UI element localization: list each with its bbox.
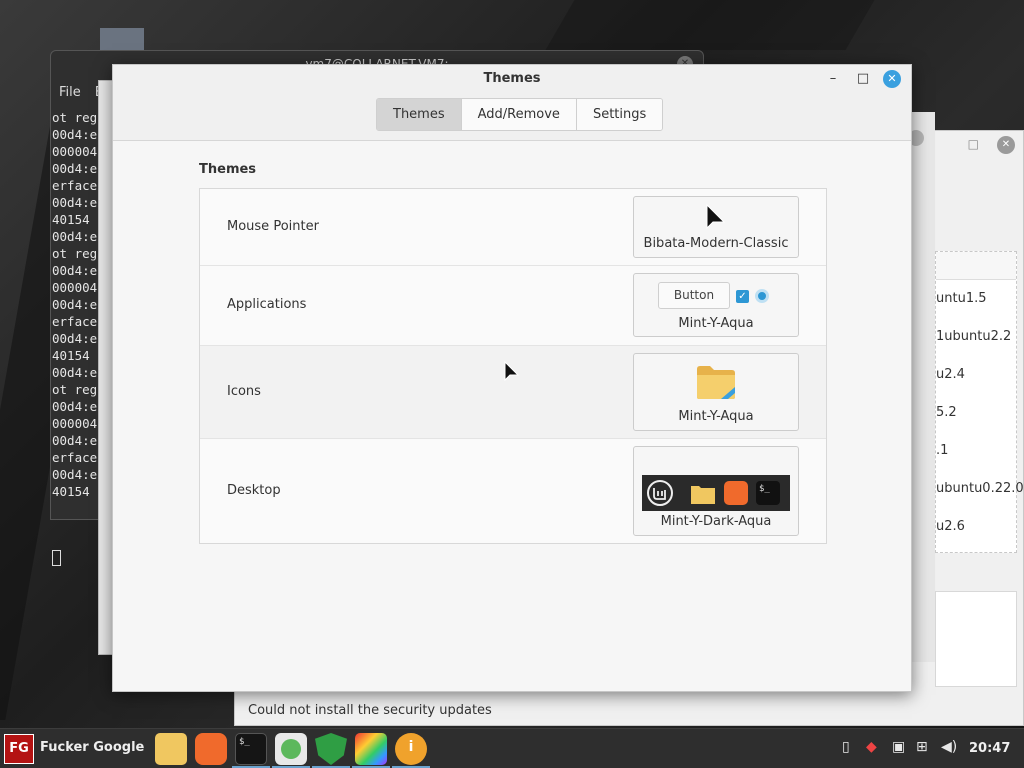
update-list-item[interactable]: ubuntu0.22.04. <box>936 481 1024 496</box>
checkbox-icon: ✓ <box>736 290 749 303</box>
firefox-icon[interactable] <box>195 733 227 765</box>
shield-icon[interactable] <box>315 733 347 765</box>
terminal-line: 00d4:e <box>52 399 98 414</box>
update-list-item[interactable]: u2.4 <box>936 367 965 382</box>
terminal-line: ot reg <box>52 382 98 397</box>
terminal-menu: File E <box>59 85 103 100</box>
row-label: Desktop <box>227 483 281 498</box>
row-mouse-pointer: Mouse Pointer Bibata-Modern-Classic <box>200 189 826 266</box>
terminal-line: 00d4:e <box>52 127 98 142</box>
terminal-line: 40154 <box>52 212 90 227</box>
desktop-preview-panel: $_ <box>642 475 790 511</box>
terminal-line: 000004 <box>52 144 98 159</box>
update-list-item[interactable]: 5.2 <box>936 405 957 420</box>
terminal-line: 00d4:e <box>52 161 98 176</box>
terminal-line: erface <box>52 314 98 329</box>
menu-logo-icon[interactable]: FG <box>4 734 34 764</box>
radio-icon <box>755 289 769 303</box>
row-label: Mouse Pointer <box>227 219 319 234</box>
clipboard-icon[interactable]: ▯ <box>842 739 850 755</box>
row-icons: Icons Mint-Y-Aqua <box>200 346 826 439</box>
terminal-line: erface <box>52 450 98 465</box>
terminal-output: ot reg 00d4:e 000004 00d4:e erface 00d4:e 4015… <box>52 109 97 500</box>
tab-settings[interactable]: Settings <box>576 99 663 130</box>
terminal-line: 00d4:e <box>52 467 98 482</box>
folder-icon <box>697 366 735 399</box>
mint-logo-icon <box>647 480 673 506</box>
maximize-icon[interactable]: □ <box>968 137 979 151</box>
close-icon[interactable]: ✕ <box>883 70 901 88</box>
update-details-panel <box>935 591 1017 687</box>
terminal-line: 00d4:e <box>52 297 98 312</box>
theme-name: Mint-Y-Aqua <box>678 409 754 424</box>
maximize-icon[interactable]: □ <box>855 71 871 86</box>
themes-window[interactable]: Themes – □ ✕ Themes Add/Remove Settings … <box>112 64 912 692</box>
row-label: Applications <box>227 297 307 312</box>
volume-icon[interactable]: ◀) <box>941 739 957 755</box>
theme-name: Bibata-Modern-Classic <box>643 236 789 251</box>
terminal-line: 00d4:e <box>52 195 98 210</box>
tab-bar: Themes Add/Remove Settings <box>376 98 664 131</box>
update-status: Could not install the security updates <box>248 703 492 718</box>
update-list-item[interactable]: 1ubuntu2.2 <box>936 329 1011 344</box>
terminal-menu-file[interactable]: File <box>59 85 81 100</box>
terminal-icon[interactable]: $_ <box>235 733 267 765</box>
folder-icon <box>691 486 715 504</box>
terminal-line: 000004 <box>52 416 98 431</box>
update-list[interactable]: untu1.5 1ubuntu2.2 u2.4 5.2 .1 ubuntu0.22.04.… <box>935 251 1024 553</box>
terminal-line: 00d4:e <box>52 229 98 244</box>
section-title: Themes <box>199 162 257 177</box>
update-list-header <box>936 252 1016 280</box>
clock[interactable]: 20:47 <box>969 741 1010 756</box>
menu-button[interactable]: Fucker Google <box>40 740 144 755</box>
applications-preview-button[interactable]: Button ✓ Mint-Y-Aqua <box>633 273 799 337</box>
terminal-line: ot reg <box>52 246 98 261</box>
theme-name: Mint-Y-Dark-Aqua <box>660 514 772 529</box>
terminal-line: 00d4:e <box>52 331 98 346</box>
mouse-cursor <box>504 361 520 382</box>
terminal-line: 00d4:e <box>52 433 98 448</box>
row-desktop: Desktop $_ Mint-Y-Dark-Aqua <box>200 439 826 544</box>
row-applications: Applications Button ✓ Mint-Y-Aqua <box>200 266 826 346</box>
terminal-line: 40154 <box>52 348 90 363</box>
terminal-line: 000004 <box>52 280 98 295</box>
update-list-item[interactable]: .1 <box>936 443 948 458</box>
window-title: Themes <box>483 71 541 86</box>
update-list-item[interactable]: untu1.5 <box>936 291 987 306</box>
row-label: Icons <box>227 384 261 399</box>
icons-preview-button[interactable]: Mint-Y-Aqua <box>633 353 799 431</box>
terminal-cursor <box>52 550 61 566</box>
desktop-stripe <box>545 0 875 50</box>
update-list-item[interactable]: u2.6 <box>936 519 965 534</box>
terminal-line: 00d4:e <box>52 263 98 278</box>
desktop-preview-button[interactable]: $_ Mint-Y-Dark-Aqua <box>633 446 799 536</box>
update-close-icon[interactable]: ✕ <box>997 136 1015 154</box>
terminal-line: 00d4:e <box>52 365 98 380</box>
theme-name: Mint-Y-Aqua <box>678 316 754 331</box>
firefox-icon <box>724 481 748 505</box>
update-tray-icon[interactable]: ▣ <box>892 739 905 755</box>
info-icon[interactable]: i <box>395 733 427 765</box>
mouse-pointer-preview-button[interactable]: Bibata-Modern-Classic <box>633 196 799 258</box>
terminal-line: erface <box>52 178 98 193</box>
terminal-icon: $_ <box>756 481 780 505</box>
folder-icon[interactable] <box>155 733 187 765</box>
minimize-icon[interactable]: – <box>825 71 841 86</box>
pointer-icon <box>706 204 726 230</box>
network-icon[interactable]: ⊞ <box>916 739 928 755</box>
tab-themes[interactable]: Themes <box>377 99 462 130</box>
taskbar: FG Fucker Google $_ i ▯ ◆ ▣ ⊞ ◀) 20:47 <box>0 728 1024 768</box>
globe-icon[interactable] <box>275 733 307 765</box>
shield-tray-icon[interactable]: ◆ <box>866 739 877 755</box>
terminal-line: ot reg <box>52 110 98 125</box>
themes-header: Themes – □ ✕ Themes Add/Remove Settings <box>113 65 911 141</box>
tab-add-remove[interactable]: Add/Remove <box>461 99 577 130</box>
paint-icon[interactable] <box>355 733 387 765</box>
preview-sample-button: Button <box>658 282 730 309</box>
desktop-square <box>100 28 144 52</box>
terminal-line: 40154 <box>52 484 90 499</box>
